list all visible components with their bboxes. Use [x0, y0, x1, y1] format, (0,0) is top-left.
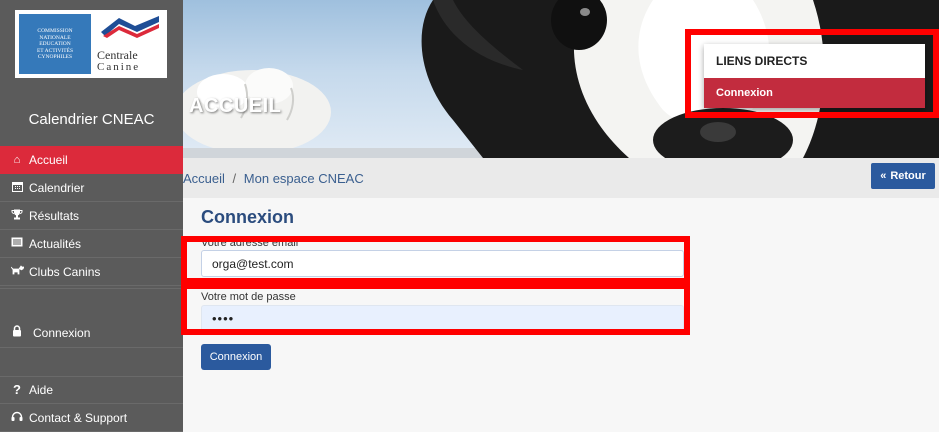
sidebar-item-accueil[interactable]: ⌂ Accueil	[0, 146, 183, 174]
breadcrumb-bar: Accueil / Mon espace CNEAC « Retour	[183, 158, 939, 198]
back-button-label: Retour	[890, 170, 926, 182]
sidebar-item-label: Calendrier	[29, 180, 85, 195]
lock-icon	[10, 325, 24, 340]
highlight-direct-links	[685, 29, 939, 118]
sidebar-item-label: Clubs Canins	[29, 264, 101, 279]
sidebar-item-calendrier[interactable]: Calendrier	[0, 174, 183, 202]
sidebar-item-label: Aide	[29, 382, 54, 397]
back-button[interactable]: « Retour	[871, 163, 935, 189]
sidebar-item-aide[interactable]: ? Aide	[0, 376, 183, 404]
sidebar: Commission Nationale Education et Activi…	[0, 0, 183, 432]
double-chevron-left-icon: «	[880, 170, 887, 182]
calendar-icon	[10, 181, 24, 195]
dog-icon	[10, 264, 25, 279]
connexion-submit-button[interactable]: Connexion	[201, 344, 271, 370]
sidebar-item-label: Contact & Support	[29, 410, 128, 425]
question-icon: ?	[13, 382, 21, 397]
centrale-canine-logo: Centrale Canine	[93, 10, 167, 78]
sidebar-title: Calendrier CNEAC	[28, 111, 155, 128]
highlight-email-field	[181, 236, 690, 284]
sidebar-item-label: Accueil	[29, 153, 68, 167]
sidebar-item-label: Actualités	[29, 236, 82, 251]
sidebar-item-actualites[interactable]: Actualités	[0, 230, 183, 258]
form-title: Connexion	[201, 207, 294, 227]
sidebar-item-contact-support[interactable]: Contact & Support	[0, 404, 183, 432]
breadcrumb: Accueil / Mon espace CNEAC	[183, 171, 364, 186]
breadcrumb-separator: /	[232, 171, 237, 186]
sidebar-divider	[0, 288, 183, 289]
trophy-icon	[10, 209, 24, 223]
logo[interactable]: Commission Nationale Education et Activi…	[15, 10, 167, 78]
home-icon: ⌂	[13, 154, 21, 166]
headset-icon	[10, 411, 24, 425]
sidebar-item-clubs-canins[interactable]: Clubs Canins	[0, 258, 183, 286]
breadcrumb-home-link[interactable]: Accueil	[183, 171, 225, 186]
highlight-password-field	[181, 283, 690, 335]
sidebar-item-label: Connexion	[33, 325, 91, 340]
sidebar-item-connexion[interactable]: Connexion	[0, 318, 183, 348]
dog-flag-icon	[101, 16, 159, 38]
page-heading: ACCUEIL	[189, 95, 282, 117]
newspaper-icon	[10, 237, 24, 250]
sidebar-item-resultats[interactable]: Résultats	[0, 202, 183, 230]
breadcrumb-current: Mon espace CNEAC	[243, 171, 364, 186]
sidebar-item-label: Résultats	[29, 208, 80, 223]
cneac-logo-text: Commission Nationale Education et Activi…	[19, 14, 91, 74]
